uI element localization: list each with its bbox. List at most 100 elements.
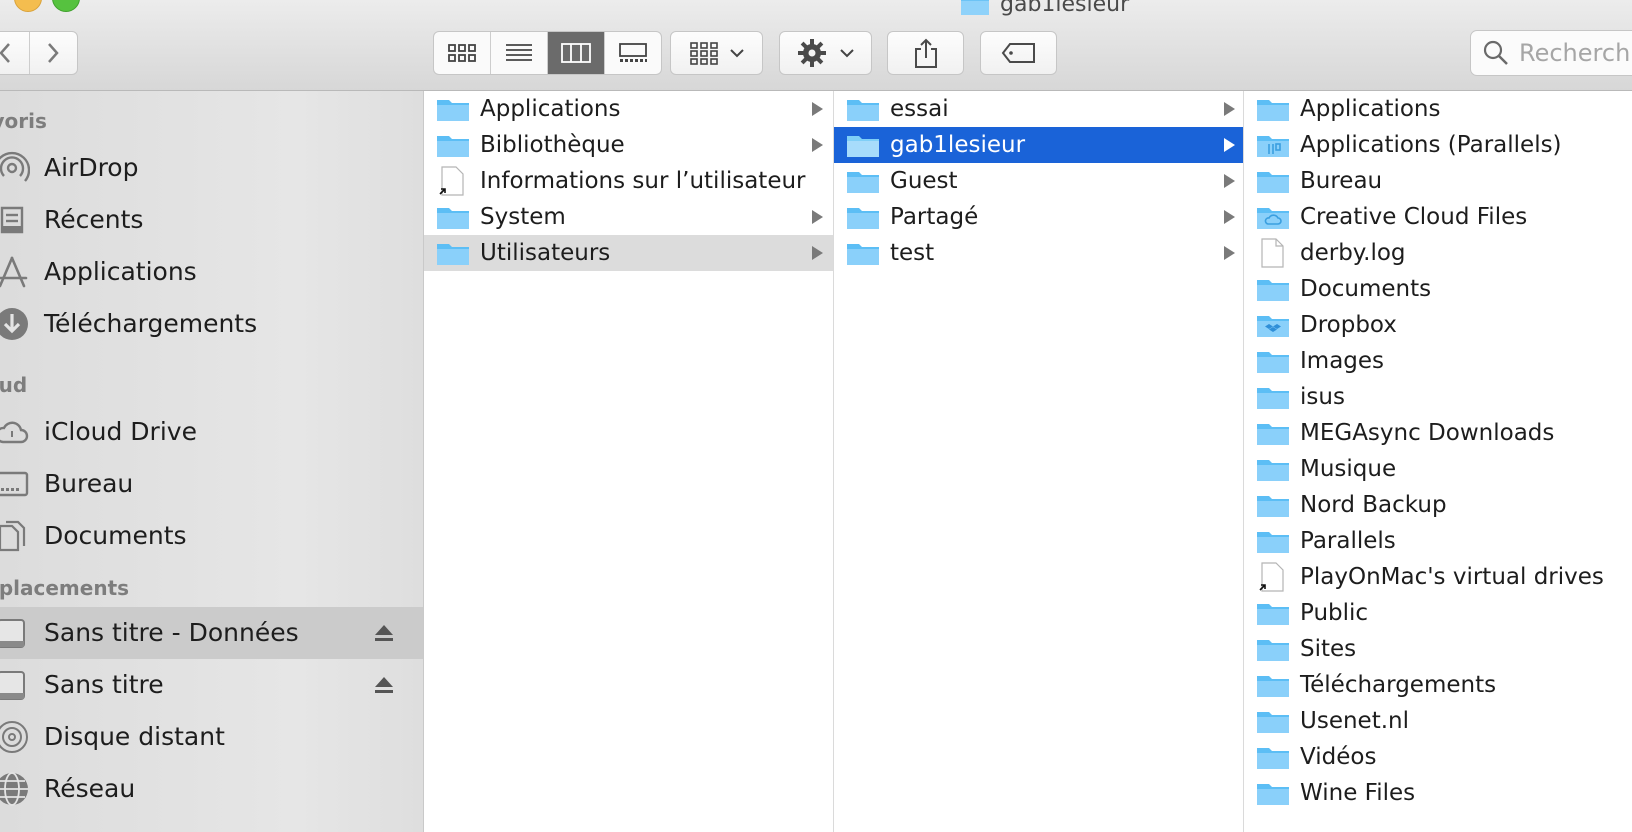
list-item[interactable]: Musique: [1244, 451, 1632, 487]
chevron-right-icon: [48, 43, 59, 63]
sidebar-item-sans-titre-donnees[interactable]: Sans titre - Données: [0, 607, 423, 659]
sidebar-item-icloud-drive[interactable]: iCloud Drive: [0, 406, 423, 458]
folder-icon: [847, 100, 879, 121]
folder-icon: [1257, 604, 1289, 625]
browser-column-3: Applications Applications (Parallels) Bu…: [1244, 91, 1632, 832]
disclosure-arrow-icon: [1224, 246, 1235, 260]
eject-icon[interactable]: [372, 673, 396, 697]
list-item[interactable]: Nord Backup: [1244, 487, 1632, 523]
tags-button[interactable]: [980, 31, 1057, 75]
list-item[interactable]: Public: [1244, 595, 1632, 631]
list-item[interactable]: Images: [1244, 343, 1632, 379]
column-view-button[interactable]: [548, 32, 605, 74]
sidebar-item-label: Sans titre - Données: [44, 618, 299, 647]
recents-icon: [0, 206, 24, 234]
sidebar-item-recents[interactable]: Récents: [0, 194, 423, 246]
folder-icon: [847, 208, 879, 229]
folder-icon: [1257, 100, 1289, 121]
list-item[interactable]: Applications: [1244, 91, 1632, 127]
sidebar-item-label: Documents: [44, 521, 187, 550]
folder-icon: [847, 244, 879, 265]
list-item[interactable]: Creative Cloud Files: [1244, 199, 1632, 235]
sidebar-item-applications[interactable]: Applications: [0, 246, 423, 298]
list-item[interactable]: derby.log: [1244, 235, 1632, 271]
zoom-button[interactable]: [52, 0, 80, 12]
disk-icon: [0, 671, 25, 700]
sidebar-item-documents[interactable]: Documents: [0, 510, 423, 562]
minimize-button[interactable]: [14, 0, 42, 12]
list-view-button[interactable]: [491, 32, 548, 74]
list-item[interactable]: Parallels: [1244, 523, 1632, 559]
column-view-icon: [561, 43, 591, 63]
list-item[interactable]: Informations sur l’utilisateur: [424, 163, 833, 199]
list-item-selected[interactable]: Utilisateurs: [424, 235, 833, 271]
alias-document-icon: [439, 166, 464, 196]
list-item[interactable]: essai: [834, 91, 1243, 127]
back-button[interactable]: [0, 32, 30, 74]
chevron-left-icon: [0, 43, 10, 63]
list-item[interactable]: isus: [1244, 379, 1632, 415]
chevron-down-icon: [729, 49, 744, 58]
eject-icon[interactable]: [372, 621, 396, 645]
share-button[interactable]: [887, 31, 964, 75]
list-item-selected[interactable]: gab1lesieur: [834, 127, 1243, 163]
folder-icon: [1257, 532, 1289, 553]
list-item[interactable]: Documents: [1244, 271, 1632, 307]
folder-icon: [1257, 748, 1289, 769]
search-input[interactable]: [1519, 39, 1632, 67]
list-item[interactable]: Dropbox: [1244, 307, 1632, 343]
disclosure-arrow-icon: [812, 246, 823, 260]
sidebar-item-label: Sans titre: [44, 670, 164, 699]
airdrop-icon: [0, 151, 30, 182]
list-item[interactable]: Sites: [1244, 631, 1632, 667]
list-item[interactable]: PlayOnMac's virtual drives: [1244, 559, 1632, 595]
icon-view-button[interactable]: [434, 32, 491, 74]
sidebar-item-disque-distant[interactable]: Disque distant: [0, 711, 423, 763]
search-field[interactable]: [1470, 30, 1632, 76]
sidebar-item-label: iCloud Drive: [44, 417, 197, 446]
disclosure-arrow-icon: [812, 138, 823, 152]
group-by-button[interactable]: [670, 31, 763, 75]
list-item[interactable]: Applications: [424, 91, 833, 127]
sidebar-item-airdrop[interactable]: AirDrop: [0, 142, 423, 194]
list-item[interactable]: Wine Files: [1244, 775, 1632, 811]
alias-document-icon: [1259, 562, 1284, 592]
gallery-view-button[interactable]: [605, 32, 661, 74]
group-by-icon: [689, 42, 718, 65]
sidebar-item-sans-titre[interactable]: Sans titre: [0, 659, 423, 711]
disclosure-arrow-icon: [1224, 102, 1235, 116]
list-item[interactable]: Partagé: [834, 199, 1243, 235]
action-menu-button[interactable]: [779, 31, 872, 75]
sidebar-item-label: Disque distant: [44, 722, 225, 751]
disclosure-arrow-icon: [812, 210, 823, 224]
list-item[interactable]: Vidéos: [1244, 739, 1632, 775]
list-view-icon: [506, 44, 532, 61]
folder-icon: [961, 0, 989, 15]
sidebar-heading-emplacements: mplacements: [0, 576, 130, 600]
folder-icon: [1257, 388, 1289, 409]
folder-icon: [437, 136, 469, 157]
sidebar-item-downloads[interactable]: Téléchargements: [0, 298, 423, 350]
list-item[interactable]: MEGAsync Downloads: [1244, 415, 1632, 451]
list-item[interactable]: System: [424, 199, 833, 235]
list-item[interactable]: test: [834, 235, 1243, 271]
list-item[interactable]: Téléchargements: [1244, 667, 1632, 703]
sidebar-heading-icloud: loud: [0, 373, 28, 397]
list-item[interactable]: Bibliothèque: [424, 127, 833, 163]
disclosure-arrow-icon: [1224, 210, 1235, 224]
folder-icon: [437, 244, 469, 265]
sidebar-item-reseau[interactable]: Réseau: [0, 763, 423, 815]
list-item[interactable]: Applications (Parallels): [1244, 127, 1632, 163]
sidebar-heading-favoris: avoris: [0, 109, 47, 133]
sidebar-item-label: Récents: [44, 205, 144, 234]
sidebar-item-label: Réseau: [44, 774, 136, 803]
forward-button[interactable]: [30, 32, 78, 74]
browser-column-1: Applications Bibliothèque Informations s…: [424, 91, 834, 832]
view-mode-control: [433, 31, 662, 75]
list-item[interactable]: Usenet.nl: [1244, 703, 1632, 739]
list-item[interactable]: Bureau: [1244, 163, 1632, 199]
sidebar-item-bureau[interactable]: Bureau: [0, 458, 423, 510]
folder-icon: [1257, 172, 1289, 193]
window-title: gab1lesieur: [960, 0, 1129, 17]
list-item[interactable]: Guest: [834, 163, 1243, 199]
